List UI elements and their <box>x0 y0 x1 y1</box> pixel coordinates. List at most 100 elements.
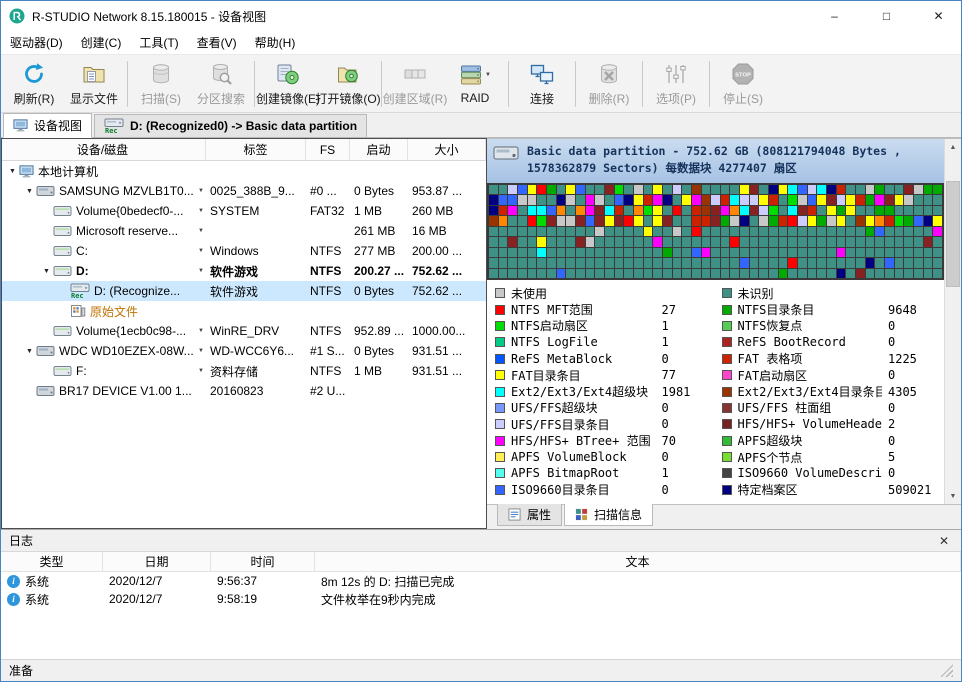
menu-item[interactable]: 查看(V) <box>188 30 246 55</box>
scan-map-cell <box>885 269 894 278</box>
scan-map-cell <box>711 227 720 236</box>
label-cell: WD-WCC6Y6... <box>206 341 306 361</box>
scan-map-cell <box>634 216 643 225</box>
tree-row[interactable]: C:▼WindowsNTFS277 MB200.00 ... <box>2 241 486 261</box>
scan-map-cell <box>537 237 546 246</box>
tree-row[interactable]: ▼本地计算机 <box>2 161 486 181</box>
create-image-icon <box>276 61 300 87</box>
combo-arrow-icon[interactable]: ▼ <box>195 268 204 274</box>
maximize-button[interactable]: □ <box>864 1 909 31</box>
scan-map-cell <box>547 237 556 246</box>
log-column-header[interactable]: 文本 <box>315 552 961 571</box>
combo-arrow-icon[interactable]: ▼ <box>195 328 204 334</box>
tree-row[interactable]: RecD: (Recognize...软件游戏NTFS0 Bytes752.62… <box>2 281 486 301</box>
scroll-down-icon[interactable]: ▼ <box>945 488 961 504</box>
tree-column-header[interactable]: 设备/磁盘 <box>2 139 206 160</box>
close-button[interactable]: ✕ <box>916 1 961 31</box>
log-column-header[interactable]: 日期 <box>103 552 211 571</box>
legend-count: 5 <box>888 450 940 464</box>
tree-row[interactable]: ▼SAMSUNG MZVLB1T0...▼0025_388B_9...#0 ..… <box>2 181 486 201</box>
label-cell: 20160823 <box>206 381 306 401</box>
toolbar-button-connect[interactable]: 连接 <box>512 57 572 111</box>
expander-icon[interactable]: ▼ <box>23 348 36 355</box>
scan-map-cell <box>788 206 797 215</box>
toolbar-button-refresh[interactable]: 刷新(R) <box>4 57 64 111</box>
device-name-cell: ▼SAMSUNG MZVLB1T0...▼ <box>2 181 206 201</box>
legend-color-swatch <box>722 370 732 380</box>
tree-row[interactable]: 原始文件 <box>2 301 486 321</box>
scan-map-cell <box>769 237 778 246</box>
combo-arrow-icon[interactable]: ▼ <box>195 208 204 214</box>
tree-row[interactable]: ▼WDC WD10EZEX-08W...▼WD-WCC6Y6...#1 S...… <box>2 341 486 361</box>
toolbar-button-create-image[interactable]: 创建镜像(E) <box>258 57 318 111</box>
log-row[interactable]: i系统2020/12/79:58:19文件枚举在9秒内完成 <box>1 590 961 608</box>
combo-arrow-icon[interactable]: ▼ <box>195 248 204 254</box>
scan-map-cell <box>508 206 517 215</box>
tree-column-header[interactable]: 启动 <box>350 139 408 160</box>
scan-map-cell <box>817 195 826 204</box>
menu-item[interactable]: 工具(T) <box>130 30 187 55</box>
tree-row[interactable]: F:▼资料存储NTFS1 MB931.51 ... <box>2 361 486 381</box>
scan-map-cell <box>682 227 691 236</box>
start-cell: 952.89 ... <box>350 321 408 341</box>
resize-grip[interactable] <box>940 664 953 677</box>
minimize-button[interactable]: – <box>812 1 857 31</box>
toolbar-button-open-image[interactable]: 打开镜像(O) <box>318 57 378 111</box>
combo-arrow-icon[interactable]: ▼ <box>195 368 204 374</box>
scan-map[interactable] <box>487 183 944 280</box>
tree-column-header[interactable]: 大小 <box>408 139 486 160</box>
scan-map-cell <box>740 185 749 194</box>
menu-item[interactable]: 创建(C) <box>72 30 131 55</box>
toolbar-button-show-files[interactable]: 显示文件 <box>64 57 124 111</box>
tab-device-view[interactable]: 设备视图 <box>3 113 92 138</box>
combo-arrow-icon[interactable]: ▼ <box>195 228 204 234</box>
tree-row[interactable]: Volume{0bedecf0-...▼SYSTEMFAT321 MB260 M… <box>2 201 486 221</box>
tree-row[interactable]: BR17 DEVICE V1.00 1...20160823#2 U... <box>2 381 486 401</box>
log-column-header[interactable]: 时间 <box>211 552 315 571</box>
tree-row[interactable]: ▼D:▼软件游戏NTFS200.27 ...752.62 ... <box>2 261 486 281</box>
expander-icon[interactable]: ▼ <box>23 188 36 195</box>
scan-map-cell <box>673 206 682 215</box>
scan-map-cell <box>692 195 701 204</box>
scan-map-cell <box>624 195 633 204</box>
legend-label: FAT启动扇区 <box>738 367 883 384</box>
scroll-thumb[interactable] <box>946 181 960 287</box>
log-row[interactable]: i系统2020/12/79:56:378m 12s 的 D: 扫描已完成 <box>1 572 961 590</box>
expander-icon[interactable]: ▼ <box>40 268 53 275</box>
log-column-header[interactable]: 类型 <box>1 552 103 571</box>
scan-map-cell <box>846 216 855 225</box>
tree-column-header[interactable]: FS <box>306 139 350 160</box>
tree-row[interactable]: Microsoft reserve...▼261 MB16 MB <box>2 221 486 241</box>
expander-icon[interactable]: ▼ <box>6 168 19 175</box>
legend-color-swatch <box>495 387 505 397</box>
toolbar-button-label: 显示文件 <box>70 90 118 107</box>
log-close-icon[interactable]: ✕ <box>935 534 953 548</box>
scroll-up-icon[interactable]: ▲ <box>945 139 961 155</box>
legend-count: 27 <box>662 303 714 317</box>
scan-map-cell <box>924 195 933 204</box>
scan-map-cell <box>740 206 749 215</box>
scan-map-cell <box>528 216 537 225</box>
tab-scan-info[interactable]: 扫描信息 <box>564 504 653 526</box>
tab-partition[interactable]: RecD: (Recognized0) -> Basic data partit… <box>94 114 367 137</box>
window-title: R-STUDIO Network 8.15.180015 - 设备视图 <box>32 8 805 25</box>
legend-color-swatch <box>495 370 505 380</box>
scan-map-cell <box>759 248 768 257</box>
tree-column-header[interactable]: 标签 <box>206 139 306 160</box>
vertical-scrollbar[interactable]: ▲ ▼ <box>944 139 961 504</box>
toolbar-button-raid[interactable]: ▼RAID <box>445 57 505 111</box>
toolbar-separator <box>642 61 643 107</box>
legend-count: 0 <box>888 466 940 480</box>
tree-row[interactable]: Volume{1ecb0c98-...▼WinRE_DRVNTFS952.89 … <box>2 321 486 341</box>
dropdown-arrow-icon[interactable]: ▼ <box>485 72 491 78</box>
scan-map-cell <box>508 237 517 246</box>
label-cell <box>206 301 306 321</box>
scroll-track[interactable] <box>945 155 961 488</box>
combo-arrow-icon[interactable]: ▼ <box>195 348 204 354</box>
menu-item[interactable]: 帮助(H) <box>246 30 305 55</box>
scan-map-cell <box>489 185 498 194</box>
tab-properties[interactable]: 属性 <box>497 504 562 526</box>
scan-legend: 未使用NTFS MFT范围27NTFS启动扇区1NTFS LogFile1ReF… <box>487 280 944 504</box>
combo-arrow-icon[interactable]: ▼ <box>195 188 204 194</box>
menu-item[interactable]: 驱动器(D) <box>1 30 72 55</box>
